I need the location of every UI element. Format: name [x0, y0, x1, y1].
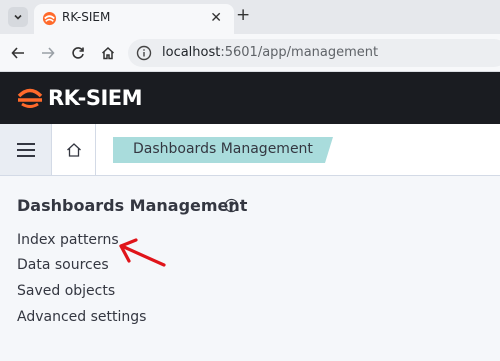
hamburger-icon: [16, 142, 35, 157]
browser-tab-strip: RK-SIEM ✕ +: [0, 0, 500, 34]
reload-icon[interactable]: [68, 43, 88, 63]
nav-link-saved-objects[interactable]: Saved objects: [17, 283, 115, 299]
back-icon[interactable]: [8, 43, 28, 63]
forward-icon[interactable]: [38, 43, 58, 63]
brand-text: RK-SIEM: [48, 86, 143, 110]
new-tab-icon[interactable]: +: [236, 5, 250, 25]
menu-button[interactable]: [0, 124, 52, 175]
browser-tab[interactable]: RK-SIEM ✕: [34, 4, 234, 34]
home-icon[interactable]: [98, 43, 118, 63]
brand-mark-icon: [17, 88, 43, 108]
annotation-arrow-icon: [119, 238, 166, 267]
nav-link-data-sources[interactable]: Data sources: [17, 257, 109, 273]
nav-link-index-patterns[interactable]: Index patterns: [17, 232, 119, 248]
management-panel: Dashboards Management Index patterns Dat…: [0, 177, 500, 361]
app-header: RK-SIEM: [0, 72, 500, 124]
breadcrumb-bar: Dashboards Management: [0, 124, 500, 176]
brand-logo[interactable]: RK-SIEM: [16, 85, 143, 111]
close-icon[interactable]: ✕: [210, 10, 222, 26]
nav-link-advanced-settings[interactable]: Advanced settings: [17, 309, 146, 325]
breadcrumb[interactable]: Dashboards Management: [113, 137, 333, 163]
chevron-down-icon: [14, 14, 22, 20]
browser-toolbar: localhost:5601/app/management: [0, 34, 500, 72]
help-icon[interactable]: [224, 198, 239, 213]
address-bar[interactable]: localhost:5601/app/management: [128, 39, 500, 67]
favicon-icon: [42, 11, 57, 26]
site-info-icon[interactable]: [136, 45, 152, 61]
page-title: Dashboards Management: [17, 196, 248, 215]
home-button[interactable]: [52, 124, 96, 175]
url-text: localhost:5601/app/management: [162, 45, 379, 60]
tab-title: RK-SIEM: [62, 10, 111, 24]
home-icon: [66, 142, 81, 157]
breadcrumb-current: Dashboards Management: [133, 141, 313, 157]
tab-list-button[interactable]: [8, 7, 28, 27]
